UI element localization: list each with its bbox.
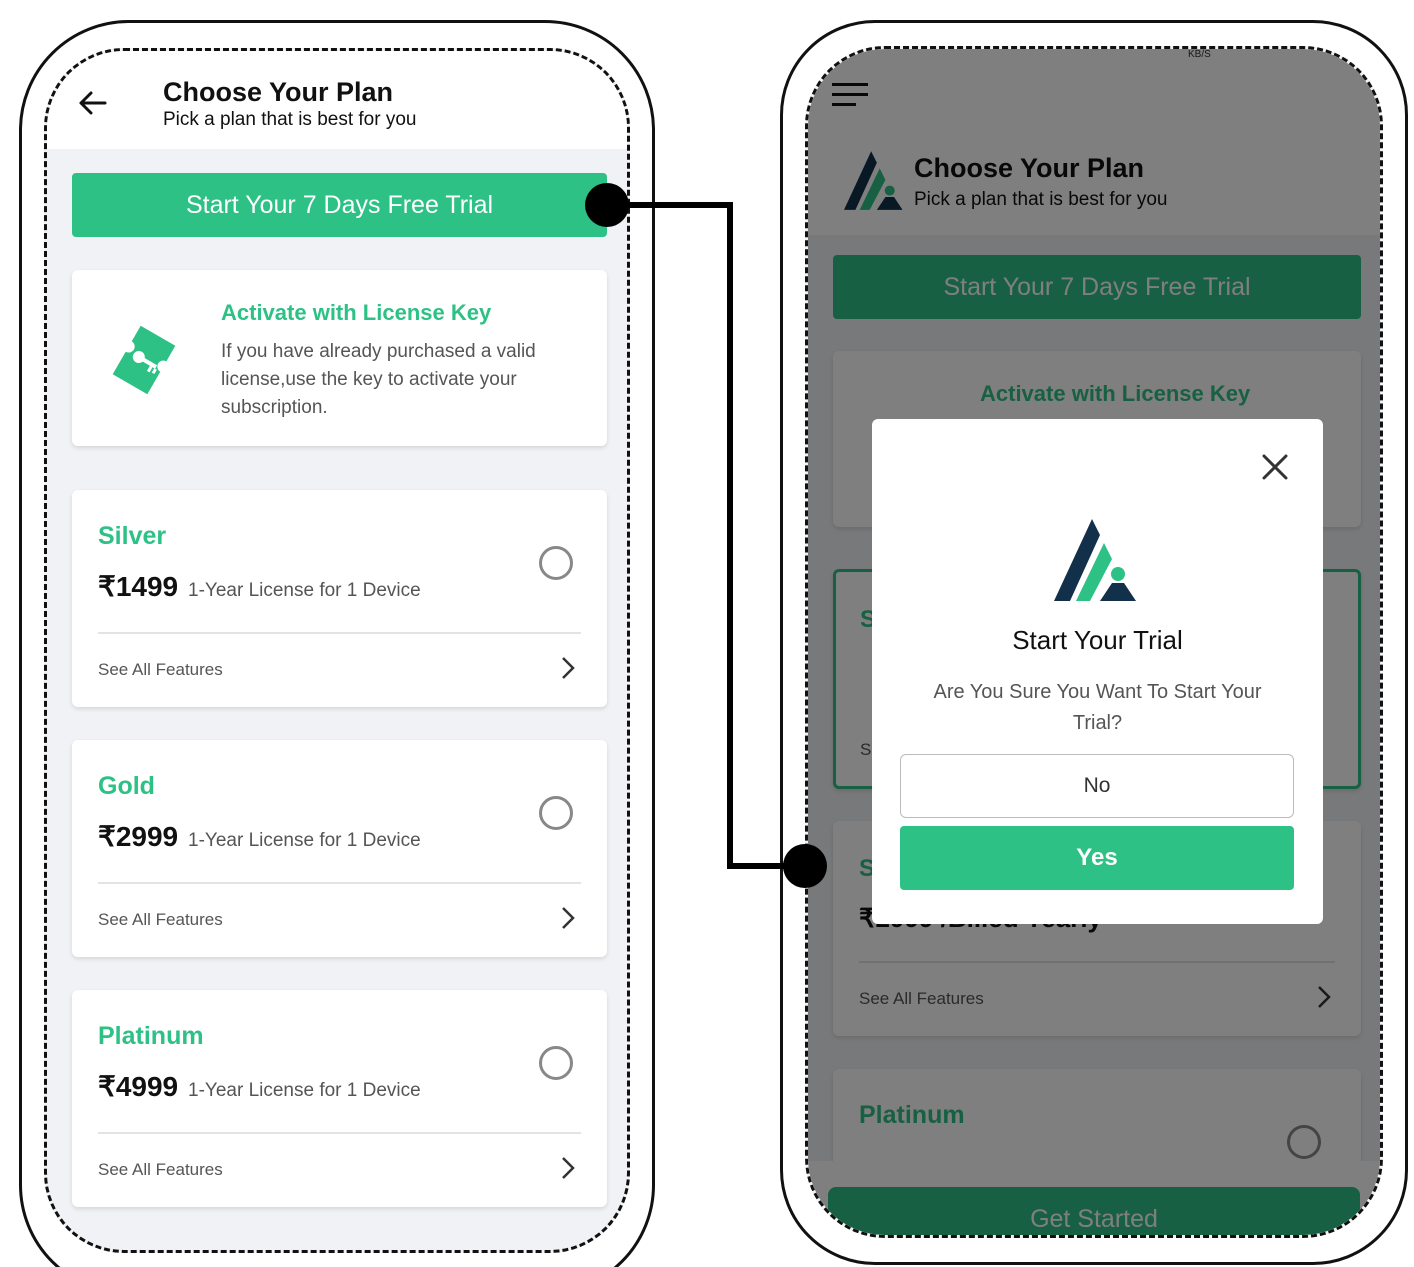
connector-end-dot <box>783 844 827 888</box>
connector-start-dot <box>585 183 629 227</box>
flow-connector <box>585 183 827 888</box>
